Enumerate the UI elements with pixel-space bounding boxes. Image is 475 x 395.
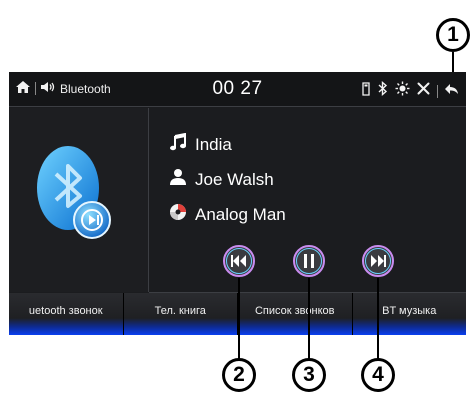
- next-track-icon: [362, 245, 394, 277]
- tab-bluetooth-call[interactable]: uetooth звонок: [9, 293, 124, 335]
- callout-2-line: [238, 278, 240, 360]
- callout-4-line: [377, 278, 379, 360]
- music-note-icon: [169, 132, 187, 156]
- track-album-row: Analog Man: [169, 203, 286, 226]
- brightness-icon[interactable]: [395, 81, 410, 101]
- track-title: India: [195, 134, 232, 154]
- tab-label: Тел. книга: [154, 305, 206, 317]
- previous-track-button[interactable]: [222, 244, 256, 278]
- back-icon[interactable]: [444, 82, 460, 101]
- disc-icon: [169, 203, 187, 226]
- next-track-button[interactable]: [361, 244, 395, 278]
- tab-bt-music[interactable]: BT музыка: [352, 293, 466, 335]
- tab-label: Список звонков: [254, 305, 335, 317]
- bluetooth-logo-icon: [34, 144, 114, 251]
- callout-4: 4: [361, 358, 395, 392]
- sd-card-icon: [361, 81, 371, 101]
- callout-3: 3: [292, 358, 326, 392]
- tab-call-list[interactable]: Список звонков: [238, 293, 353, 335]
- status-bar: Bluetooth 00 27: [9, 72, 466, 107]
- settings-icon[interactable]: [416, 81, 431, 101]
- track-artist-row: Joe Walsh: [169, 168, 274, 191]
- tab-label: BT музыка: [382, 305, 437, 317]
- callout-2: 2: [222, 358, 256, 392]
- tab-label: uetooth звонок: [28, 305, 103, 317]
- album-art-panel: [9, 108, 149, 292]
- callout-3-line: [308, 278, 310, 360]
- tab-phonebook[interactable]: Тел. книга: [123, 293, 238, 335]
- track-artist: Joe Walsh: [195, 169, 274, 189]
- track-album: Analog Man: [195, 204, 286, 224]
- previous-track-icon: [223, 245, 255, 277]
- track-title-row: India: [169, 132, 232, 156]
- person-icon: [169, 168, 187, 191]
- pause-icon: [293, 245, 325, 277]
- status-divider: [437, 84, 438, 98]
- pause-button[interactable]: [292, 244, 326, 278]
- callout-1: 1: [436, 18, 470, 52]
- bluetooth-icon: [377, 80, 389, 101]
